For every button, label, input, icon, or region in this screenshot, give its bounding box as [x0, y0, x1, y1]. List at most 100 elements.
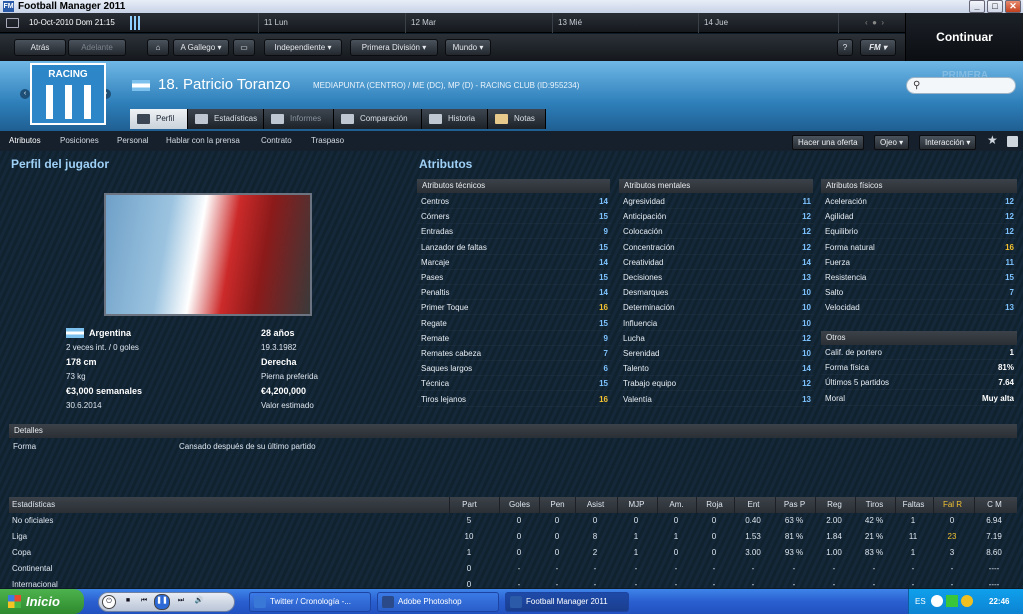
stats-cell: 23 [947, 532, 957, 541]
subnav-positions[interactable]: Posiciones [60, 131, 99, 151]
home-icon[interactable]: ⌂ [147, 39, 169, 56]
day-3[interactable]: 13 Mié [552, 13, 698, 33]
tab-reports-label: Informes [290, 114, 322, 123]
attribute-row: Calif. de portero 1 [821, 345, 1017, 360]
media-player-bar: ⏻ ■ ⏮ ❚❚ ⏭ 🔊 [98, 592, 235, 612]
stats-column-header[interactable]: Fal R [933, 497, 971, 513]
previous-player-icon[interactable]: ‹ [20, 89, 30, 99]
stats-column-header[interactable]: Pas P [775, 497, 813, 513]
next-track-icon[interactable]: ⏭ [174, 595, 188, 609]
tab-notes[interactable]: Notas [488, 109, 546, 129]
stats-column-header[interactable]: Reg [815, 497, 853, 513]
stats-column-header[interactable]: Goles [499, 497, 539, 513]
forward-button[interactable]: Adelante [68, 39, 126, 56]
start-button[interactable]: Inicio [0, 589, 84, 614]
stats-column-header[interactable]: Pen [539, 497, 575, 513]
league-menu[interactable]: Primera División ▾ [350, 39, 438, 56]
tab-history[interactable]: Historia [422, 109, 488, 129]
volume-icon[interactable]: 🔊 [192, 595, 206, 609]
attribute-name: Fuerza [825, 257, 850, 267]
tab-profile-label: Perfil [156, 114, 175, 123]
calendar-icon[interactable] [6, 18, 19, 28]
tab-stats[interactable]: Estadísticas [188, 109, 264, 129]
tab-reports[interactable]: Informes [264, 109, 334, 129]
attribute-name: Saques largos [421, 364, 473, 374]
day-2[interactable]: 12 Mar [405, 13, 552, 33]
attribute-value: 12 [1005, 227, 1014, 237]
attribute-value: 12 [802, 333, 811, 343]
scout-button[interactable]: Ojeo ▾ [874, 135, 910, 150]
help-button[interactable]: ? [837, 39, 853, 56]
inbox-icon[interactable]: ▭ [233, 39, 255, 56]
stats-column-header[interactable]: Ent [734, 497, 772, 513]
media-power-icon[interactable]: ⏻ [102, 595, 116, 609]
club-menu-label: Independiente [274, 43, 326, 52]
attribute-row: Últimos 5 partidos 7.64 [821, 375, 1017, 390]
back-button[interactable]: Atrás [14, 39, 66, 56]
stats-column-header[interactable]: Am. [657, 497, 695, 513]
pause-icon[interactable]: ❚❚ [154, 594, 170, 610]
close-button[interactable]: ✕ [1005, 0, 1021, 13]
tray-app-icon[interactable] [946, 595, 958, 607]
stats-column-header[interactable]: Part [449, 497, 489, 513]
notes-corner-icon[interactable] [1007, 136, 1018, 147]
taskbar-photoshop[interactable]: Adobe Photoshop [377, 592, 499, 612]
subnav-transfer[interactable]: Traspaso [311, 131, 344, 151]
interaction-button[interactable]: Interacción ▾ [919, 135, 977, 150]
subnav-personal[interactable]: Personal [117, 131, 149, 151]
stats-column-header[interactable]: Roja [696, 497, 732, 513]
attribute-name: Entradas [421, 227, 454, 237]
sub-navigation: Atributos Posiciones Personal Hablar con… [0, 131, 1023, 151]
details-header: Detalles [9, 424, 1017, 438]
attribute-name: Penaltis [421, 288, 450, 298]
stats-column-header[interactable]: MJP [617, 497, 655, 513]
minimize-button[interactable]: _ [969, 0, 985, 13]
stats-cell: 0 [516, 548, 522, 557]
date-scroll-arrows[interactable]: ‹ ● › [838, 13, 905, 33]
attribute-value: 11 [1005, 257, 1014, 267]
club-menu[interactable]: Independiente ▾ [264, 39, 342, 56]
stop-icon[interactable]: ■ [121, 595, 135, 609]
star-icon[interactable]: ★ [987, 133, 998, 147]
search-input[interactable]: ⚲ [906, 77, 1016, 94]
stats-column-header[interactable]: Faltas [895, 497, 931, 513]
stats-cell: 21 % [864, 532, 884, 541]
notes-icon [495, 114, 508, 124]
attribute-value: 10 [802, 349, 811, 358]
tray-status-icon[interactable] [961, 595, 973, 607]
taskbar-twitter[interactable]: Twitter / Cronología -... [249, 592, 371, 612]
day-1[interactable]: 11 Lun [258, 13, 405, 33]
language-indicator[interactable]: ES [915, 589, 926, 614]
attribute-value: 14 [802, 257, 811, 267]
tray-arrow-icon[interactable] [931, 595, 943, 607]
attribute-row: Velocidad 13 [821, 300, 1017, 315]
tab-compare[interactable]: Comparación [334, 109, 422, 129]
stats-column-header[interactable]: Tiros [855, 497, 893, 513]
tab-profile[interactable]: Perfil [130, 109, 188, 129]
previous-track-icon[interactable]: ⏮ [137, 595, 151, 609]
stats-cell: 0 [711, 516, 717, 525]
maximize-button[interactable]: □ [987, 0, 1003, 13]
attribute-row: Pases 15 [417, 270, 611, 285]
stats-cell: - [593, 564, 597, 573]
subnav-attributes[interactable]: Atributos [9, 131, 41, 151]
continue-button[interactable]: Continuar [905, 13, 1023, 61]
attribute-name: Talento [623, 364, 649, 374]
stats-column-header[interactable]: Asist [575, 497, 615, 513]
player-description: MEDIAPUNTA (CENTRO) / ME (DC), MP (D) - … [313, 81, 580, 90]
attribute-name: Tiros lejanos [421, 394, 467, 404]
stats-column-header[interactable]: C M [974, 497, 1014, 513]
app-icon: FM [3, 1, 14, 12]
fm-menu[interactable]: FM ▾ [860, 39, 896, 56]
stats-row: Liga 10 0 0 8 1 1 0 1.53 81 % 1.84 21 % 11 23 7.19 [9, 529, 1017, 545]
attribute-row: Regate 15 [417, 316, 611, 331]
estimated-value-label: Valor estimado [261, 401, 314, 410]
taskbar-football-manager[interactable]: Football Manager 2011 [505, 592, 629, 612]
tab-history-label: Historia [448, 114, 476, 123]
subnav-contract[interactable]: Contrato [261, 131, 292, 151]
manager-menu[interactable]: A Gallego ▾ [173, 39, 229, 56]
make-offer-button[interactable]: Hacer una oferta [792, 135, 864, 150]
subnav-press[interactable]: Hablar con la prensa [166, 131, 240, 151]
day-4[interactable]: 14 Jue [698, 13, 838, 33]
world-menu[interactable]: Mundo ▾ [445, 39, 491, 56]
